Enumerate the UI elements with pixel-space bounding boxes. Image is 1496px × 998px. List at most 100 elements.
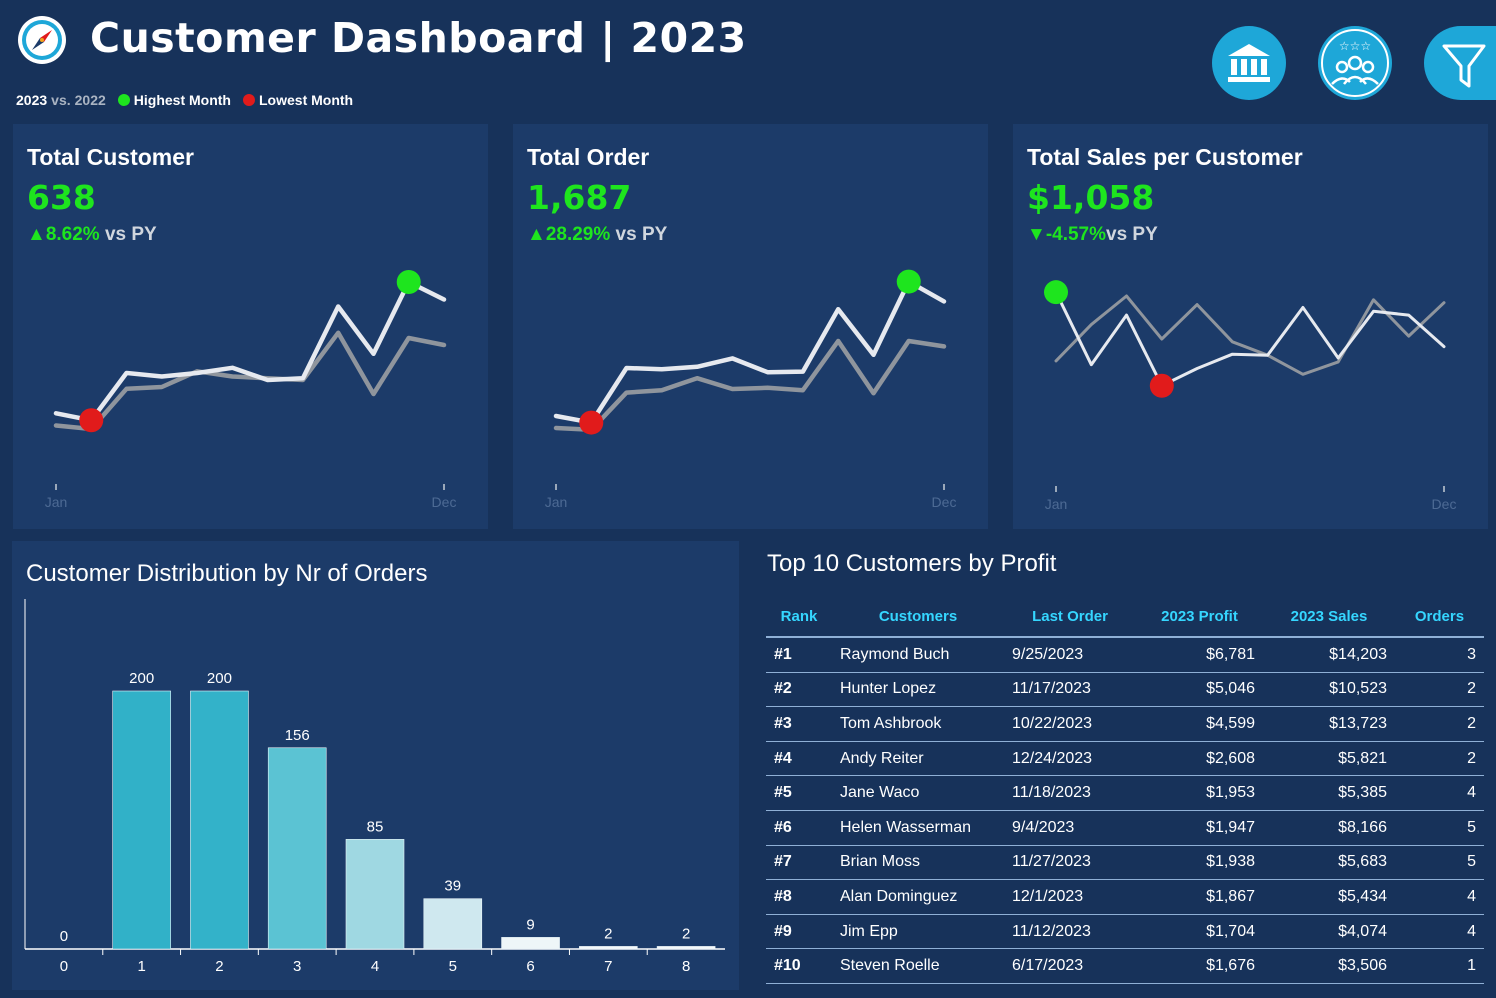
lowest-month-dot-icon	[243, 94, 255, 106]
customer-name: Andy Reiter	[832, 741, 1004, 777]
column-header-customers[interactable]: Customers	[832, 596, 1004, 638]
table-row[interactable]: #7 Brian Moss 11/27/2023 $1,938 $5,683 5	[766, 845, 1484, 881]
bank-button[interactable]	[1212, 26, 1286, 100]
prior-year-line	[1054, 294, 1446, 376]
x-tick-label: Dec	[932, 494, 957, 510]
customer-sales: $14,203	[1263, 637, 1395, 673]
bar-value-label: 156	[285, 727, 310, 744]
customer-name: Tom Ashbrook	[832, 706, 1004, 742]
customers-button[interactable]: ☆☆☆	[1318, 26, 1392, 100]
customer-name: Helen Wasserman	[832, 810, 1004, 846]
customer-orders: 3	[1395, 637, 1484, 673]
kpi-delta-pct: 8.62%	[45, 224, 100, 245]
table-row[interactable]: #8 Alan Dominguez 12/1/2023 $1,867 $5,434 4	[766, 879, 1484, 915]
distribution-bar-chart: 0 0 200 1 200 2 156 3 85 4 39 5 9 6 2 7 2 8	[24, 599, 725, 975]
bank-icon	[1228, 44, 1270, 82]
customer-profit: $1,867	[1136, 879, 1263, 915]
customer-rank: #10	[766, 948, 832, 984]
customer-sales: $5,385	[1263, 775, 1395, 811]
customer-name: Jim Epp	[832, 914, 1004, 950]
bar-value-label: 2	[604, 925, 612, 942]
table-row[interactable]: #5 Jane Waco 11/18/2023 $1,953 $5,385 4	[766, 775, 1484, 811]
customer-last-order: 10/22/2023	[1004, 706, 1136, 742]
customer-last-order: 6/17/2023	[1004, 948, 1136, 984]
customer-last-order: 12/1/2023	[1004, 879, 1136, 915]
table-row[interactable]: #4 Andy Reiter 12/24/2023 $2,608 $5,821 2	[766, 741, 1484, 777]
distribution-card: 0 0 200 1 200 2 156 3 85 4 39 5 9 6 2 7 2 8 Customer Dist…	[12, 541, 739, 990]
top10-table: Rank Customers Last Order 2023 Profit 20…	[766, 596, 1484, 984]
customer-name: Jane Waco	[832, 775, 1004, 811]
customer-sales: $10,523	[1263, 672, 1395, 708]
bar-value-label: 200	[207, 670, 232, 687]
customer-profit: $1,676	[1136, 948, 1263, 984]
customer-orders: 4	[1395, 914, 1484, 950]
lowest-month-point	[79, 408, 104, 433]
highest-month-dot-icon	[117, 94, 130, 106]
kpi-delta: ▲28.29% vs PY	[527, 224, 667, 246]
customer-sales: $5,434	[1263, 879, 1395, 915]
bar	[190, 690, 249, 950]
column-header-last-order[interactable]: Last Order	[1004, 596, 1136, 638]
kpi-delta-pct: 28.29%	[545, 224, 611, 245]
customer-profit: $2,608	[1136, 741, 1263, 777]
customer-profit: $1,953	[1136, 775, 1263, 811]
customer-orders: 4	[1395, 879, 1484, 915]
kpi-delta: ▼-4.57%vs PY	[1027, 224, 1158, 246]
table-row[interactable]: #1 Raymond Buch 9/25/2023 $6,781 $14,203 3	[766, 637, 1484, 673]
customer-profit: $4,599	[1136, 706, 1263, 742]
customer-rank: #4	[766, 741, 832, 777]
customer-last-order: 11/12/2023	[1004, 914, 1136, 950]
filter-button[interactable]	[1424, 26, 1496, 100]
highest-month-point	[396, 270, 421, 294]
customer-sales: $5,683	[1263, 845, 1395, 881]
customer-profit: $1,947	[1136, 810, 1263, 846]
table-row[interactable]: #3 Tom Ashbrook 10/22/2023 $4,599 $13,723 2	[766, 706, 1484, 742]
customer-orders: 5	[1395, 845, 1484, 881]
x-tick-label: 4	[371, 958, 379, 975]
table-header-row: Rank Customers Last Order 2023 Profit 20…	[766, 596, 1484, 638]
down-arrow-icon: ▼	[1027, 224, 1046, 245]
table-row[interactable]: #10 Steven Roelle 6/17/2023 $1,676 $3,506 1	[766, 948, 1484, 984]
table-row[interactable]: #2 Hunter Lopez 11/17/2023 $5,046 $10,523 2	[766, 672, 1484, 708]
legend-highest: Highest Month	[133, 92, 231, 108]
bar-value-label: 39	[444, 878, 461, 895]
x-tick-label: Dec	[1432, 496, 1457, 512]
bar	[656, 946, 716, 950]
customer-profit: $6,781	[1136, 637, 1263, 673]
column-header-sales[interactable]: 2023 Sales	[1263, 596, 1395, 638]
lowest-month-point	[1149, 373, 1174, 398]
kpi-title: Total Customer	[27, 144, 194, 170]
customer-rank: #1	[766, 637, 832, 673]
table-row[interactable]: #9 Jim Epp 11/12/2023 $1,704 $4,074 4	[766, 914, 1484, 950]
kpi-delta-suffix: vs PY	[99, 224, 157, 245]
legend-prior-year: 2022	[74, 92, 106, 108]
customer-sales: $4,074	[1263, 914, 1395, 950]
x-tick-label: 3	[293, 958, 301, 975]
customer-last-order: 12/24/2023	[1004, 741, 1136, 777]
kpi-delta-pct: -4.57%	[1045, 224, 1107, 245]
bar	[267, 747, 327, 950]
up-arrow-icon: ▲	[527, 224, 546, 245]
customer-last-order: 9/4/2023	[1004, 810, 1136, 846]
customer-rank: #8	[766, 879, 832, 915]
table-row[interactable]: #6 Helen Wasserman 9/4/2023 $1,947 $8,166 5	[766, 810, 1484, 846]
column-header-rank[interactable]: Rank	[766, 596, 832, 638]
customer-last-order: 11/18/2023	[1004, 775, 1136, 811]
x-tick-label: 0	[60, 958, 68, 975]
x-tick-label: Jan	[45, 494, 68, 510]
x-tick-label: 5	[449, 958, 457, 975]
column-header-orders[interactable]: Orders	[1395, 596, 1484, 638]
bar	[579, 946, 638, 950]
bar-value-label: 9	[526, 916, 534, 933]
customer-profit: $5,046	[1136, 672, 1263, 708]
bar-value-label: 85	[367, 818, 384, 835]
column-header-profit[interactable]: 2023 Profit	[1136, 596, 1263, 638]
customer-rank: #7	[766, 845, 832, 881]
x-tick-label: 7	[604, 958, 612, 975]
x-tick-label: 1	[137, 958, 145, 975]
bar	[112, 690, 171, 950]
bar	[423, 898, 483, 950]
legend: 2023 vs. 2022 Highest Month Lowest Month	[16, 92, 353, 108]
legend-current-year: 2023	[16, 92, 48, 108]
customer-sales: $13,723	[1263, 706, 1395, 742]
